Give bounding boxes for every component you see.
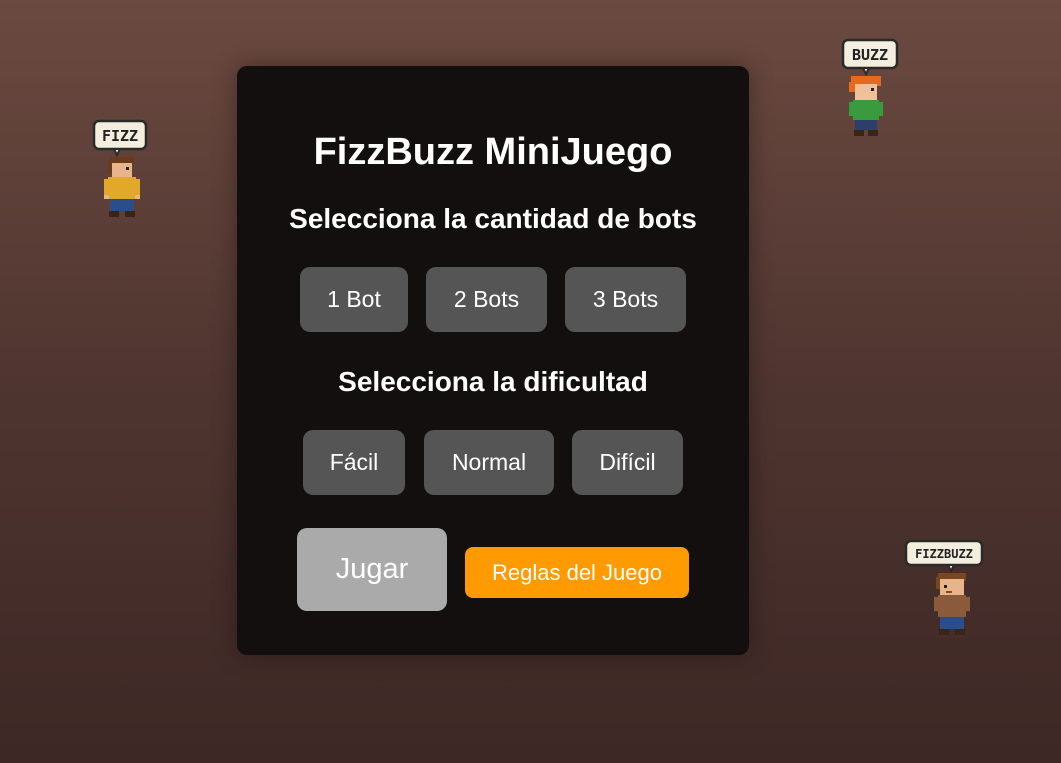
speech-bubble-text: BUZZ xyxy=(852,46,888,64)
fizz-character: FIZZ xyxy=(92,119,148,217)
three-bots-button[interactable]: 3 Bots xyxy=(565,267,686,332)
buzz-character: BUZZ xyxy=(841,38,899,136)
play-button[interactable]: Jugar xyxy=(297,528,447,611)
menu-panel: FizzBuzz MiniJuego Selecciona la cantida… xyxy=(237,66,749,655)
fizzbuzz-character: FIZZBUZZ xyxy=(904,539,984,635)
speech-bubble-text: FIZZBUZZ xyxy=(915,547,973,561)
bots-heading: Selecciona la cantidad de bots xyxy=(289,203,697,234)
speech-bubble: FIZZBUZZ xyxy=(904,539,984,574)
speech-bubble: BUZZ xyxy=(841,38,899,77)
hard-button[interactable]: Difícil xyxy=(572,430,683,495)
easy-button[interactable]: Fácil xyxy=(303,430,405,495)
two-bots-button[interactable]: 2 Bots xyxy=(426,267,547,332)
speech-bubble-text: FIZZ xyxy=(102,127,138,145)
speech-bubble: FIZZ xyxy=(92,119,148,158)
game-title: FizzBuzz MiniJuego xyxy=(313,131,673,173)
difficulty-heading: Selecciona la dificultad xyxy=(338,366,648,397)
rules-button[interactable]: Reglas del Juego xyxy=(465,547,689,598)
normal-button[interactable]: Normal xyxy=(424,430,554,495)
one-bot-button[interactable]: 1 Bot xyxy=(300,267,408,332)
